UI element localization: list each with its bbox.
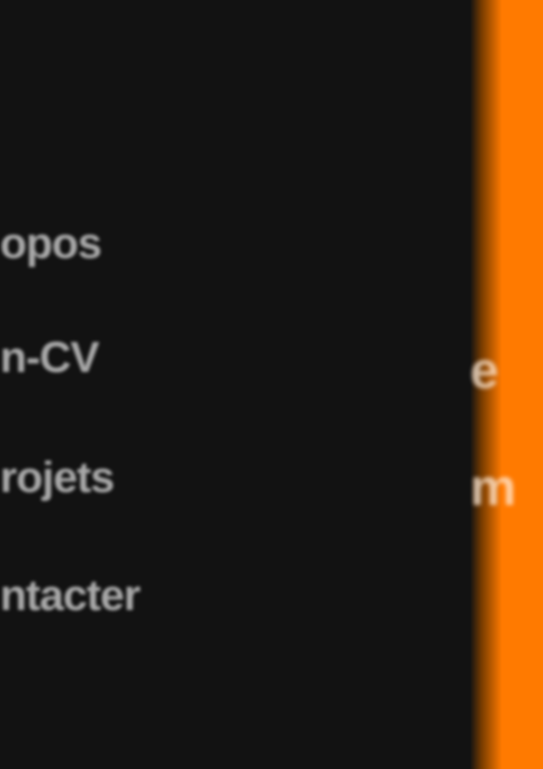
- menu-item-projets[interactable]: rojets: [0, 456, 115, 500]
- panel-text-line-1: e: [470, 342, 499, 400]
- panel-text-line-2: m: [470, 459, 517, 517]
- menu-item-contacter[interactable]: ntacter: [0, 574, 141, 618]
- menu-item-cv[interactable]: n-CV: [0, 336, 100, 380]
- menu-item-a-propos[interactable]: opos: [0, 222, 102, 266]
